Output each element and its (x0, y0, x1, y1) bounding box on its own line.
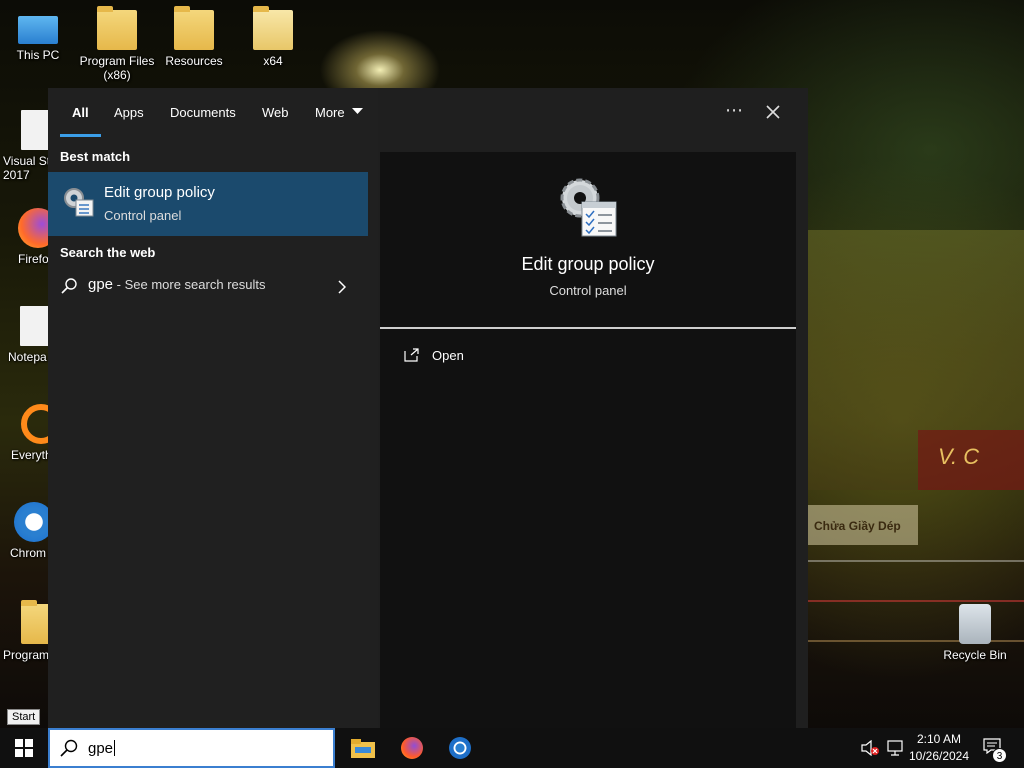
ellipsis-icon: ⋯ (725, 100, 744, 120)
detail-title: Edit group policy (521, 254, 655, 274)
start-tooltip: Start (7, 709, 41, 725)
tab-more[interactable]: More (315, 105, 364, 120)
desktop-icon-label: Resources (165, 54, 223, 68)
open-external-icon (404, 348, 419, 362)
wallpaper-red-sign: V. C (918, 430, 1024, 490)
desktop-icon-this-pc[interactable]: This PC (0, 10, 76, 62)
web-search-result[interactable]: gpe - See more search results (48, 270, 368, 302)
taskbar-app-firefox[interactable] (392, 732, 432, 764)
detail-header: Edit group policy Control panel (380, 152, 796, 329)
clock-date: 10/26/2024 (908, 749, 970, 763)
desktop-icon-label: Program Files (x86) (79, 54, 155, 82)
taskbar-search-box[interactable]: gpe (48, 728, 335, 768)
best-match-subtitle: Control panel (104, 208, 182, 223)
best-match-result[interactable]: Edit group policy Control panel (48, 172, 368, 236)
desktop-icon-label: This PC (16, 48, 60, 62)
web-search-suffix: - See more search results (113, 277, 266, 292)
search-panel: All Apps Documents Web More Best match E… (48, 88, 808, 728)
file-explorer-icon (351, 739, 375, 758)
detail-divider (380, 327, 796, 329)
chevron-right-icon[interactable] (338, 280, 346, 294)
search-input[interactable]: gpe (88, 740, 116, 757)
desktop-icon-recycle-bin[interactable]: Recycle Bin (937, 604, 1013, 662)
tab-web[interactable]: Web (262, 105, 289, 120)
volume-muted-icon[interactable] (861, 740, 881, 756)
folder-icon (174, 6, 214, 50)
recycle-bin-icon (959, 604, 991, 644)
text-caret (114, 740, 116, 756)
taskbar-app-file-explorer[interactable] (343, 732, 383, 764)
folder-icon (97, 6, 137, 50)
chrome-icon (449, 737, 471, 759)
detail-pane: Edit group policy Control panel Open (380, 152, 796, 728)
search-icon (61, 278, 77, 294)
best-match-title: Edit group policy (104, 184, 215, 201)
desktop-icon-resources[interactable]: Resources (156, 6, 232, 68)
search-icon (60, 739, 78, 757)
desktop-icon-label: Recycle Bin (943, 648, 1007, 662)
search-input-value: gpe (88, 740, 114, 757)
start-button[interactable] (0, 728, 48, 768)
wallpaper-shop-sign: Chửa Giầy Dép (808, 505, 918, 545)
notification-center-button[interactable]: 3 (980, 736, 1010, 763)
web-search-query: gpe (88, 276, 114, 293)
firefox-icon (401, 737, 423, 759)
notification-count-badge: 3 (992, 748, 1007, 763)
wallpaper-light-streak (808, 600, 1024, 602)
computer-icon (18, 16, 58, 44)
tab-more-label: More (315, 105, 345, 120)
tab-documents[interactable]: Documents (170, 105, 236, 120)
best-match-heading: Best match (60, 149, 131, 164)
more-options-button[interactable]: ⋯ (725, 100, 744, 121)
active-tab-indicator (60, 134, 101, 137)
clock-time: 2:10 AM (916, 732, 962, 746)
desktop-icon-program-files-x86[interactable]: Program Files (x86) (79, 6, 155, 82)
filter-tabs: All Apps Documents Web More (48, 88, 808, 138)
desktop-icon-x64[interactable]: x64 (235, 6, 311, 68)
desktop-icon-label: x64 (263, 54, 283, 68)
clock[interactable]: 2:10 AM 10/26/2024 (906, 731, 972, 765)
web-search-text: gpe - See more search results (88, 276, 265, 293)
windows-logo-icon (15, 739, 33, 757)
chevron-down-icon (352, 108, 364, 114)
search-web-heading: Search the web (60, 245, 156, 260)
group-policy-icon (560, 178, 617, 237)
tab-all[interactable]: All (72, 105, 89, 120)
group-policy-icon (64, 188, 94, 217)
wallpaper-light-streak (808, 560, 1024, 562)
taskbar-app-chrome[interactable] (441, 732, 481, 764)
close-icon (766, 105, 780, 119)
results-pane: All Apps Documents Web More Best match E… (48, 88, 378, 728)
network-icon[interactable] (886, 740, 904, 756)
tab-apps[interactable]: Apps (114, 105, 144, 120)
taskbar: gpe 2:10 AM 10/26/2024 3 (0, 728, 1024, 768)
folder-icon (253, 6, 293, 50)
open-action-label: Open (432, 348, 464, 363)
close-button[interactable] (766, 103, 780, 124)
detail-subtitle: Control panel (549, 283, 627, 298)
